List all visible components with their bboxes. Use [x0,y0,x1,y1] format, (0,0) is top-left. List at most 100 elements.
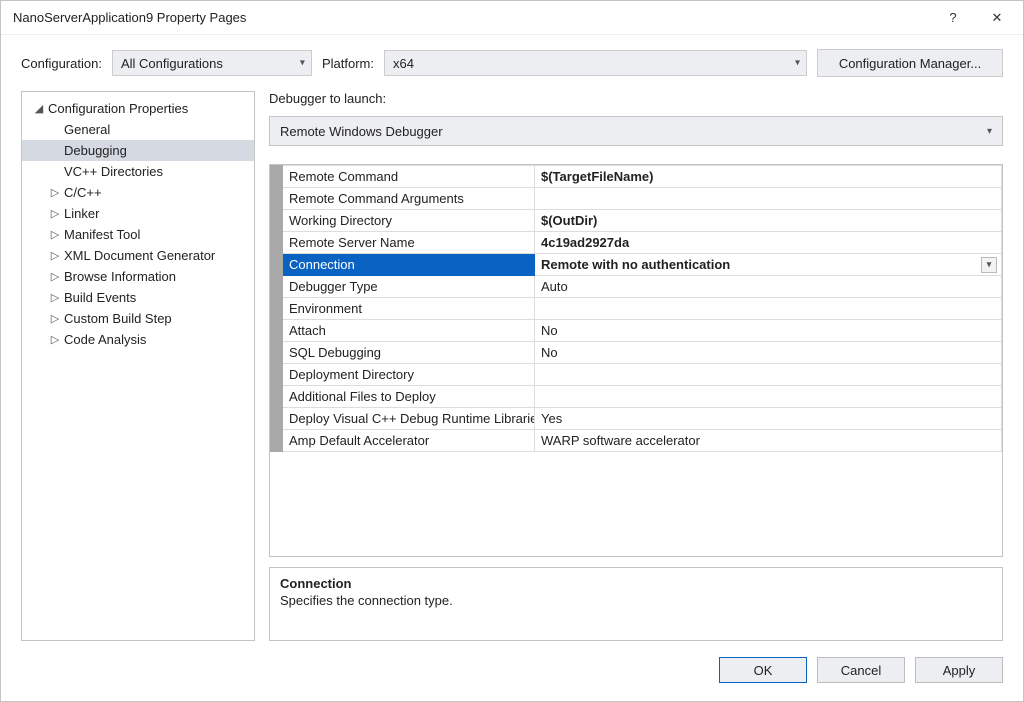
titlebar: NanoServerApplication9 Property Pages ? … [1,1,1023,35]
tree-item[interactable]: ▷Build Events [22,287,254,308]
category-gutter [271,342,283,364]
property-value[interactable] [535,386,1002,408]
property-name[interactable]: Connection [283,254,535,276]
configuration-dropdown[interactable]: All Configurations ▾ [112,50,312,76]
property-name[interactable]: Environment [283,298,535,320]
apply-button[interactable]: Apply [915,657,1003,683]
body: ◢ Configuration Properties General Debugg… [1,91,1023,641]
tree-item-label: Manifest Tool [64,227,140,242]
configuration-label: Configuration: [21,56,102,71]
tree-item-label: Debugging [64,143,127,158]
chevron-down-icon[interactable]: ▾ [981,257,997,273]
property-row[interactable]: Debugger TypeAuto [271,276,1002,298]
category-gutter [271,298,283,320]
tree-item[interactable]: ▷Browse Information [22,266,254,287]
collapse-icon[interactable]: ◢ [32,102,46,115]
property-name[interactable]: Debugger Type [283,276,535,298]
property-row[interactable]: SQL DebuggingNo [271,342,1002,364]
configuration-manager-button[interactable]: Configuration Manager... [817,49,1003,77]
property-row[interactable]: AttachNo [271,320,1002,342]
tree-item[interactable]: ▷Custom Build Step [22,308,254,329]
property-name[interactable]: Deploy Visual C++ Debug Runtime Librarie… [283,408,535,430]
property-name[interactable]: Remote Server Name [283,232,535,254]
category-gutter [271,430,283,452]
expand-icon[interactable]: ▷ [48,270,62,283]
property-row[interactable]: Amp Default AcceleratorWARP software acc… [271,430,1002,452]
platform-dropdown[interactable]: x64 ▾ [384,50,807,76]
tree-item[interactable]: Debugging [22,140,254,161]
ok-button[interactable]: OK [719,657,807,683]
property-row[interactable]: Deploy Visual C++ Debug Runtime Librarie… [271,408,1002,430]
expand-icon[interactable]: ▷ [48,228,62,241]
property-value[interactable]: 4c19ad2927da [535,232,1002,254]
property-value[interactable] [535,298,1002,320]
cancel-button[interactable]: Cancel [817,657,905,683]
property-value[interactable]: No [535,342,1002,364]
property-name[interactable]: Additional Files to Deploy [283,386,535,408]
description-pane: Connection Specifies the connection type… [269,567,1003,641]
tree-item[interactable]: General [22,119,254,140]
category-gutter [271,166,283,188]
property-value[interactable]: No [535,320,1002,342]
property-row[interactable]: Additional Files to Deploy [271,386,1002,408]
property-value[interactable] [535,364,1002,386]
category-gutter [271,276,283,298]
category-gutter [271,320,283,342]
property-name[interactable]: Remote Command Arguments [283,188,535,210]
tree-item[interactable]: ▷XML Document Generator [22,245,254,266]
tree-item-label: Browse Information [64,269,176,284]
property-name[interactable]: Remote Command [283,166,535,188]
property-value[interactable]: Yes [535,408,1002,430]
expand-icon[interactable]: ▷ [48,207,62,220]
tree-item[interactable]: ▷Manifest Tool [22,224,254,245]
tree-item-label: XML Document Generator [64,248,215,263]
category-gutter [271,210,283,232]
property-name[interactable]: Working Directory [283,210,535,232]
tree-root[interactable]: ◢ Configuration Properties [22,98,254,119]
description-title: Connection [280,576,992,591]
property-name[interactable]: Amp Default Accelerator [283,430,535,452]
property-row[interactable]: ConnectionRemote with no authentication▾ [271,254,1002,276]
expand-icon[interactable]: ▷ [48,312,62,325]
description-text: Specifies the connection type. [280,593,992,608]
property-name[interactable]: Deployment Directory [283,364,535,386]
configuration-value: All Configurations [121,56,223,71]
property-name[interactable]: SQL Debugging [283,342,535,364]
help-button[interactable]: ? [931,3,975,33]
debugger-launch-label: Debugger to launch: [269,91,1003,106]
tree-item[interactable]: ▷Linker [22,203,254,224]
expand-icon[interactable]: ▷ [48,186,62,199]
property-row[interactable]: Working Directory$(OutDir) [271,210,1002,232]
property-name[interactable]: Attach [283,320,535,342]
tree-item[interactable]: ▷Code Analysis [22,329,254,350]
property-value[interactable]: Auto [535,276,1002,298]
expand-icon[interactable]: ▷ [48,291,62,304]
tree-item[interactable]: VC++ Directories [22,161,254,182]
expand-icon[interactable]: ▷ [48,333,62,346]
property-row[interactable]: Remote Command Arguments [271,188,1002,210]
window-title: NanoServerApplication9 Property Pages [13,10,931,25]
tree-item-label: Code Analysis [64,332,146,347]
tree-item-label: Custom Build Step [64,311,172,326]
tree-item-label: Linker [64,206,99,221]
property-row[interactable]: Environment [271,298,1002,320]
tree-item-label: C/C++ [64,185,102,200]
tree-item[interactable]: ▷C/C++ [22,182,254,203]
chevron-down-icon: ▾ [300,58,305,69]
platform-value: x64 [393,56,414,71]
debugger-launch-dropdown[interactable]: Remote Windows Debugger ▾ [269,116,1003,146]
category-gutter [271,232,283,254]
property-value[interactable]: Remote with no authentication▾ [535,254,1002,276]
category-gutter [271,386,283,408]
property-value[interactable]: $(OutDir) [535,210,1002,232]
property-grid-scroll[interactable]: Remote Command$(TargetFileName)Remote Co… [270,165,1002,556]
close-button[interactable]: ✕ [975,3,1019,33]
property-value[interactable]: WARP software accelerator [535,430,1002,452]
property-row[interactable]: Remote Command$(TargetFileName) [271,166,1002,188]
property-row[interactable]: Deployment Directory [271,364,1002,386]
property-value[interactable] [535,188,1002,210]
tree[interactable]: ◢ Configuration Properties General Debugg… [21,91,255,641]
property-value[interactable]: $(TargetFileName) [535,166,1002,188]
property-row[interactable]: Remote Server Name4c19ad2927da [271,232,1002,254]
expand-icon[interactable]: ▷ [48,249,62,262]
